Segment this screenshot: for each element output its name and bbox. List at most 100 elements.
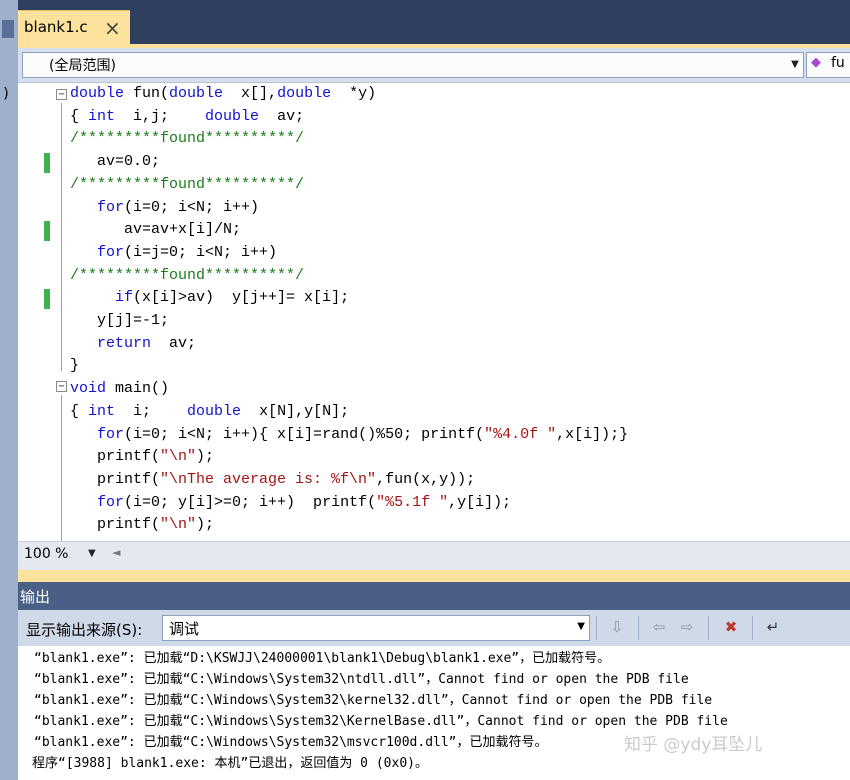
code-line: /*********found**********/: [70, 265, 304, 287]
source-label: 显示输出来源(S):: [26, 621, 143, 639]
panel-splitter[interactable]: [18, 570, 850, 582]
output-panel-header: 输出: [18, 582, 850, 610]
panel-edge: [2, 20, 14, 38]
code-token: {: [70, 107, 89, 125]
collapse-icon[interactable]: −: [56, 89, 67, 100]
left-panel-glyph: ): [2, 86, 11, 102]
code-token: double: [205, 107, 260, 125]
goto-location-icon[interactable]: ⇩: [606, 616, 628, 638]
code-token: /*********found**********/: [70, 266, 305, 284]
code-token: (i=0; y[i]>=0; i++) printf(: [124, 493, 377, 511]
output-line: “blank1.exe”: 已加载“D:\KSWJJ\24000001\blan…: [34, 651, 611, 666]
chevron-down-icon[interactable]: ▼: [788, 52, 802, 78]
output-text-area[interactable]: “blank1.exe”: 已加载“D:\KSWJJ\24000001\blan…: [18, 646, 850, 780]
collapse-icon[interactable]: −: [56, 381, 67, 392]
chevron-down-icon[interactable]: ▼: [88, 548, 96, 559]
source-value: 调试: [169, 620, 200, 638]
scope-dropdown[interactable]: (全局范围): [22, 52, 804, 78]
code-token: if: [115, 289, 134, 307]
fold-guide: [61, 395, 62, 541]
code-token: main(): [106, 380, 170, 398]
code-token: /*********found**********/: [70, 175, 305, 193]
code-line: for(i=0; y[i]>=0; i++) printf("%5.1f ",y…: [70, 492, 511, 514]
toolbar-separator: [752, 616, 753, 640]
code-line: printf("\n");: [70, 514, 214, 536]
code-line: /*********found**********/: [70, 174, 304, 196]
code-token: ,x[i]);}: [556, 425, 629, 443]
code-token: "%5.1f ": [376, 493, 449, 511]
code-token: av=av+x[i]/N;: [70, 221, 242, 239]
tab-label: blank1.c: [24, 18, 88, 36]
output-line: “blank1.exe”: 已加载“C:\Windows\System32\ke…: [34, 693, 713, 708]
code-token: for: [97, 425, 125, 443]
code-token: double: [169, 85, 224, 102]
chevron-down-icon[interactable]: ▼: [577, 621, 585, 632]
clear-all-icon[interactable]: ✖: [720, 616, 742, 638]
zoom-level[interactable]: 100 %: [24, 546, 68, 562]
code-token: x[N],y[N];: [241, 402, 350, 420]
toolbar-separator: [708, 616, 709, 640]
toolbar-separator: [638, 616, 639, 640]
code-line: if(x[i]>av) y[j++]= x[i];: [70, 287, 349, 309]
code-line: { int i,j; double av;: [70, 106, 304, 128]
output-title: 输出: [20, 588, 51, 606]
code-token: );: [196, 448, 215, 466]
code-token: return: [97, 334, 152, 352]
code-line: for(i=0; i<N; i++): [70, 197, 259, 219]
output-line: “blank1.exe”: 已加载“C:\Windows\System32\nt…: [34, 672, 689, 687]
member-dropdown[interactable]: ◆ fu: [806, 52, 850, 78]
code-token: double: [277, 85, 332, 102]
code-token: (i=0; i<N; i++){ x[i]=rand()%50; printf(: [124, 425, 485, 443]
change-marker: [44, 289, 50, 309]
previous-message-icon[interactable]: ⇦: [648, 616, 670, 638]
code-token: i,j;: [115, 107, 206, 125]
code-line: return av;: [70, 333, 196, 355]
code-token: ,fun(x,y));: [376, 470, 476, 488]
output-line: “blank1.exe”: 已加载“C:\Windows\System32\Ke…: [34, 714, 728, 729]
word-wrap-icon[interactable]: ↵: [762, 616, 784, 638]
code-line: /*********found**********/: [70, 128, 304, 150]
code-token: double: [187, 402, 242, 420]
code-line: av=av+x[i]/N;: [70, 219, 241, 241]
tab-blank1[interactable]: blank1.c ×: [18, 10, 130, 45]
code-token: int: [88, 107, 116, 125]
code-token: "%4.0f ": [484, 425, 557, 443]
member-value: fu: [831, 55, 845, 71]
close-icon[interactable]: ×: [104, 16, 121, 40]
scroll-left-icon[interactable]: ◄: [112, 546, 120, 559]
watermark: 知乎 @ydy耳坠儿: [624, 735, 763, 755]
code-token: ,y[i]);: [448, 493, 512, 511]
code-line: printf("\n");: [70, 446, 214, 468]
code-editor[interactable]: − − double fun(double x[],double *y){ in…: [18, 83, 850, 541]
code-token: {: [70, 402, 89, 420]
output-source-dropdown[interactable]: 调试 ▼: [162, 615, 590, 641]
code-token: (i=0; i<N; i++): [124, 198, 260, 216]
method-icon: ◆: [811, 55, 821, 70]
change-marker: [44, 153, 50, 173]
code-token: int: [88, 402, 116, 420]
document-tab-bar: [18, 0, 850, 44]
code-token: for: [97, 243, 125, 261]
editor-status-bar: 100 % ▼ ◄: [18, 541, 850, 570]
code-line: { int i; double x[N],y[N];: [70, 401, 349, 423]
code-token: "\nThe average is: %f\n": [160, 470, 377, 488]
code-token: printf(: [70, 448, 161, 466]
code-token: for: [97, 493, 125, 511]
next-message-icon[interactable]: ⇨: [676, 616, 698, 638]
code-token: fun(: [124, 85, 170, 102]
code-token: /*********found**********/: [70, 130, 305, 148]
code-line: y[j]=-1;: [70, 310, 169, 332]
code-token: printf(: [70, 470, 161, 488]
indicator-margin: [18, 83, 54, 541]
code-token: av=0.0;: [70, 153, 161, 171]
scope-value: (全局范围): [49, 58, 116, 74]
code-token: y[j]=-1;: [70, 312, 170, 329]
code-token: *y): [331, 85, 377, 102]
toolbar-separator: [596, 616, 597, 640]
code-token: "\n": [160, 448, 197, 466]
code-token: av;: [259, 107, 305, 125]
